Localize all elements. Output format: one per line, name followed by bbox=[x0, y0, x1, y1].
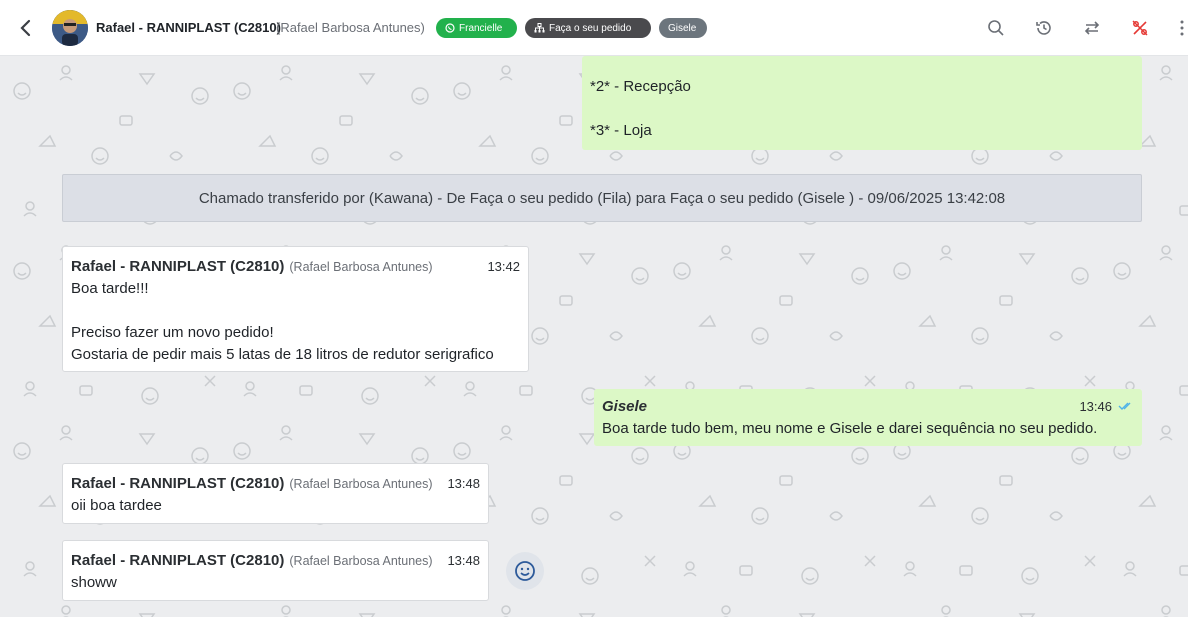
message-line bbox=[71, 300, 520, 322]
more-icon[interactable] bbox=[1177, 17, 1187, 39]
percent-icon[interactable] bbox=[1129, 17, 1151, 39]
message-line: Boa tarde!!! bbox=[71, 280, 149, 297]
message-line: *3* - Loja bbox=[590, 122, 652, 139]
transfer-icon[interactable] bbox=[1081, 17, 1103, 39]
message-line bbox=[590, 98, 1134, 120]
message-sender-subtitle: (Rafael Barbosa Antunes) bbox=[289, 260, 433, 274]
tag-queue-label: Faça o seu pedido bbox=[549, 22, 632, 34]
message-line: Preciso fazer um novo pedido! bbox=[71, 324, 274, 341]
avatar[interactable] bbox=[52, 10, 88, 46]
history-icon[interactable] bbox=[1033, 17, 1055, 39]
tag-assignee[interactable]: Gisele bbox=[659, 18, 707, 38]
tag-queue[interactable]: Faça o seu pedido bbox=[525, 18, 651, 38]
system-transfer-notice: Chamado transferido por (Kawana) - De Fa… bbox=[62, 174, 1142, 222]
message-sender-subtitle: (Rafael Barbosa Antunes) bbox=[289, 554, 433, 568]
chat-area[interactable]: *2* - Recepção *3* - Loja Chamado transf… bbox=[0, 56, 1188, 617]
emoji-reaction-button[interactable] bbox=[506, 552, 544, 590]
message-body: oii boa tardee bbox=[71, 497, 162, 514]
tag-assignee-label: Gisele bbox=[668, 22, 697, 34]
tag-agent-label: Francielle bbox=[459, 22, 503, 34]
message-time: 13:42 bbox=[487, 259, 520, 274]
message-sender-subtitle: (Rafael Barbosa Antunes) bbox=[289, 477, 433, 491]
message-sender: Rafael - RANNIPLAST (C2810) bbox=[71, 258, 285, 275]
message-time: 13:46 bbox=[1079, 399, 1112, 414]
back-icon[interactable] bbox=[14, 17, 36, 39]
smiley-icon bbox=[515, 561, 535, 581]
message-line: Gostaria de pedir mais 5 latas de 18 lit… bbox=[71, 346, 494, 363]
message-sender: Gisele bbox=[602, 398, 648, 415]
chat-header: Rafael - RANNIPLAST (C2810) (Rafael Barb… bbox=[0, 0, 1188, 56]
message-sender: Rafael - RANNIPLAST (C2810) bbox=[71, 475, 285, 492]
read-receipt-icon bbox=[1118, 401, 1134, 411]
message-body: Boa tarde!!! Preciso fazer um novo pedid… bbox=[71, 278, 520, 366]
message-outgoing[interactable]: Gisele 13:46 Boa tarde tudo bem, meu nom… bbox=[594, 389, 1142, 446]
system-transfer-text: Chamado transferido por (Kawana) - De Fa… bbox=[198, 189, 1006, 207]
message-time: 13:48 bbox=[447, 476, 480, 491]
message-line: *2* - Recepção bbox=[590, 78, 691, 95]
sitemap-icon bbox=[534, 23, 545, 33]
message-incoming[interactable]: Rafael - RANNIPLAST (C2810) (Rafael Barb… bbox=[62, 246, 529, 372]
search-icon[interactable] bbox=[985, 17, 1007, 39]
message-outgoing-menu[interactable]: *2* - Recepção *3* - Loja bbox=[582, 56, 1142, 150]
whatsapp-icon bbox=[445, 23, 455, 33]
message-incoming[interactable]: Rafael - RANNIPLAST (C2810) (Rafael Barb… bbox=[62, 540, 489, 601]
message-body: showw bbox=[71, 574, 117, 591]
message-body: Boa tarde tudo bem, meu nome e Gisele e … bbox=[602, 420, 1098, 437]
contact-subtitle: (Rafael Barbosa Antunes) bbox=[276, 20, 425, 35]
message-sender: Rafael - RANNIPLAST (C2810) bbox=[71, 552, 285, 569]
message-time: 13:48 bbox=[447, 553, 480, 568]
message-incoming[interactable]: Rafael - RANNIPLAST (C2810) (Rafael Barb… bbox=[62, 463, 489, 524]
tag-agent[interactable]: Francielle bbox=[436, 18, 517, 38]
contact-name[interactable]: Rafael - RANNIPLAST (C2810) bbox=[96, 20, 281, 35]
